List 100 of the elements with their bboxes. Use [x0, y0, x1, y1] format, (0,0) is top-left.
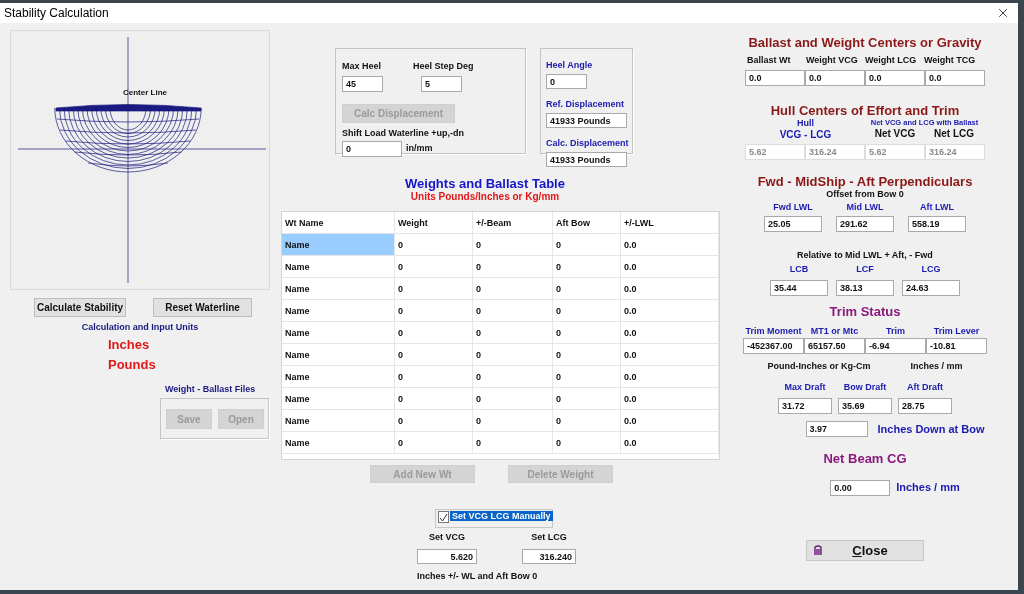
table-cell[interactable]: 0 — [553, 278, 621, 300]
table-cell[interactable]: Name — [282, 432, 395, 454]
input-field[interactable]: 35.44 — [770, 280, 828, 297]
unit-label: Inches Down at Bow — [877, 423, 985, 436]
input-field[interactable]: 25.05 — [764, 216, 822, 233]
column-label: VCG - LCG — [779, 129, 832, 141]
section-title: Hull Centers of Effort and Trim — [770, 104, 960, 119]
table-cell[interactable]: 0 — [473, 388, 553, 410]
column-label: MT1 or Mtc — [809, 326, 860, 337]
table-cell[interactable]: 0.0 — [621, 410, 719, 432]
table-cell[interactable]: 0 — [553, 300, 621, 322]
column-label: Ballast Wt — [747, 56, 792, 67]
input-field[interactable]: 3.97 — [805, 421, 868, 438]
input-field[interactable]: 41933 Pounds — [546, 152, 627, 167]
table-cell[interactable]: 0 — [473, 344, 553, 366]
table-cell[interactable]: 0 — [553, 234, 621, 256]
table-cell[interactable]: 0 — [553, 322, 621, 344]
column-header: +/-Beam — [473, 212, 553, 234]
table-cell[interactable]: 0 — [553, 366, 621, 388]
table-cell[interactable]: 0 — [395, 278, 473, 300]
table-cell[interactable]: Name — [282, 410, 395, 432]
checkbox[interactable] — [438, 511, 449, 524]
table-cell[interactable]: 0.0 — [621, 234, 719, 256]
input-field[interactable]: 41933 Pounds — [546, 113, 627, 128]
input-field[interactable]: 316.240 — [522, 549, 576, 565]
input-field[interactable]: 5 — [421, 76, 462, 92]
table-cell[interactable]: 0 — [395, 366, 473, 388]
table-cell[interactable]: Name — [282, 234, 395, 256]
table-cell[interactable]: 0 — [553, 388, 621, 410]
input-field[interactable]: 0.00 — [830, 479, 891, 496]
input-field[interactable]: -452367.00 — [743, 338, 804, 355]
column-header: Aft Bow — [553, 212, 621, 234]
table-cell[interactable]: 0 — [395, 344, 473, 366]
table-cell[interactable]: Name — [282, 300, 395, 322]
input-field[interactable]: 558.19 — [908, 216, 966, 233]
table-cell[interactable]: 0.0 — [621, 300, 719, 322]
table-cell[interactable]: 0 — [473, 256, 553, 278]
input-field[interactable]: 291.62 — [836, 216, 894, 233]
unit-label: Inches / mm — [910, 362, 963, 373]
input-field[interactable]: 0.0 — [925, 70, 985, 87]
table-cell[interactable]: 0 — [395, 256, 473, 278]
field-label: Shift Load Waterline +up,-dn — [342, 129, 464, 139]
table-cell[interactable]: Name — [282, 344, 395, 366]
table-cell[interactable]: 0 — [395, 410, 473, 432]
input-field[interactable]: -10.81 — [926, 338, 987, 355]
table-cell[interactable]: 0 — [395, 432, 473, 454]
table-cell[interactable]: 0 — [553, 344, 621, 366]
input-field[interactable]: 0.0 — [865, 70, 925, 87]
table-cell[interactable]: 0.0 — [621, 388, 719, 410]
input-field[interactable]: 0.0 — [745, 70, 805, 87]
input-field[interactable]: 35.69 — [838, 398, 892, 415]
input-field[interactable]: 0 — [342, 140, 402, 157]
action-button[interactable]: Calculate Stability — [34, 298, 126, 317]
window-title: Stability Calculation — [4, 6, 109, 20]
table-cell[interactable]: 0.0 — [621, 366, 719, 388]
table-cell[interactable]: 0 — [553, 410, 621, 432]
table-cell[interactable]: 0 — [395, 322, 473, 344]
close-icon[interactable] — [996, 6, 1010, 20]
manual-checkbox[interactable]: Set VCG LCG Manually — [435, 509, 553, 529]
column-label: LCF — [855, 265, 875, 276]
table-cell[interactable]: 0.0 — [621, 432, 719, 454]
table-cell[interactable]: 0.0 — [621, 278, 719, 300]
input-field[interactable]: 28.75 — [898, 398, 952, 415]
table-cell[interactable]: 0 — [473, 432, 553, 454]
close-button[interactable]: Close — [806, 539, 924, 561]
input-field[interactable]: 24.63 — [902, 280, 960, 297]
table-cell[interactable]: Name — [282, 388, 395, 410]
input-field[interactable]: 65157.50 — [804, 338, 865, 355]
table-cell[interactable]: 0.0 — [621, 344, 719, 366]
table-cell[interactable]: 0 — [473, 322, 553, 344]
input-field[interactable]: 5.620 — [417, 549, 477, 565]
column-label: Max Draft — [783, 383, 827, 394]
table-cell[interactable]: Name — [282, 278, 395, 300]
input-field[interactable]: 0 — [546, 74, 587, 89]
table-cell[interactable]: 0.0 — [621, 322, 719, 344]
input-field[interactable]: 31.72 — [778, 398, 832, 415]
table-cell[interactable]: 0 — [473, 366, 553, 388]
table-cell[interactable]: 0 — [395, 234, 473, 256]
column-label: Weight VCG — [806, 56, 859, 67]
table-cell[interactable]: 0 — [395, 300, 473, 322]
table-cell[interactable]: Name — [282, 322, 395, 344]
section-title: Net Beam CG — [823, 452, 907, 467]
action-button[interactable]: Reset Waterline — [153, 298, 252, 317]
table-cell[interactable]: Name — [282, 256, 395, 278]
input-field[interactable]: -6.94 — [865, 338, 926, 355]
table-cell[interactable]: Name — [282, 366, 395, 388]
table-cell[interactable]: 0 — [473, 278, 553, 300]
input-field[interactable]: 38.13 — [836, 280, 894, 297]
input-field[interactable]: 45 — [342, 76, 383, 92]
input-field[interactable]: 0.0 — [805, 70, 865, 87]
table-cell[interactable]: 0.0 — [621, 256, 719, 278]
table-cell[interactable]: 0 — [473, 234, 553, 256]
field-label: Max Heel — [342, 62, 382, 72]
table-cell[interactable]: 0 — [553, 432, 621, 454]
table-cell[interactable]: 0 — [473, 300, 553, 322]
column-label: Net VCG — [873, 127, 917, 139]
table-cell[interactable]: 0 — [553, 256, 621, 278]
field-label: Heel Step Deg — [413, 62, 474, 72]
table-cell[interactable]: 0 — [473, 410, 553, 432]
table-cell[interactable]: 0 — [395, 388, 473, 410]
